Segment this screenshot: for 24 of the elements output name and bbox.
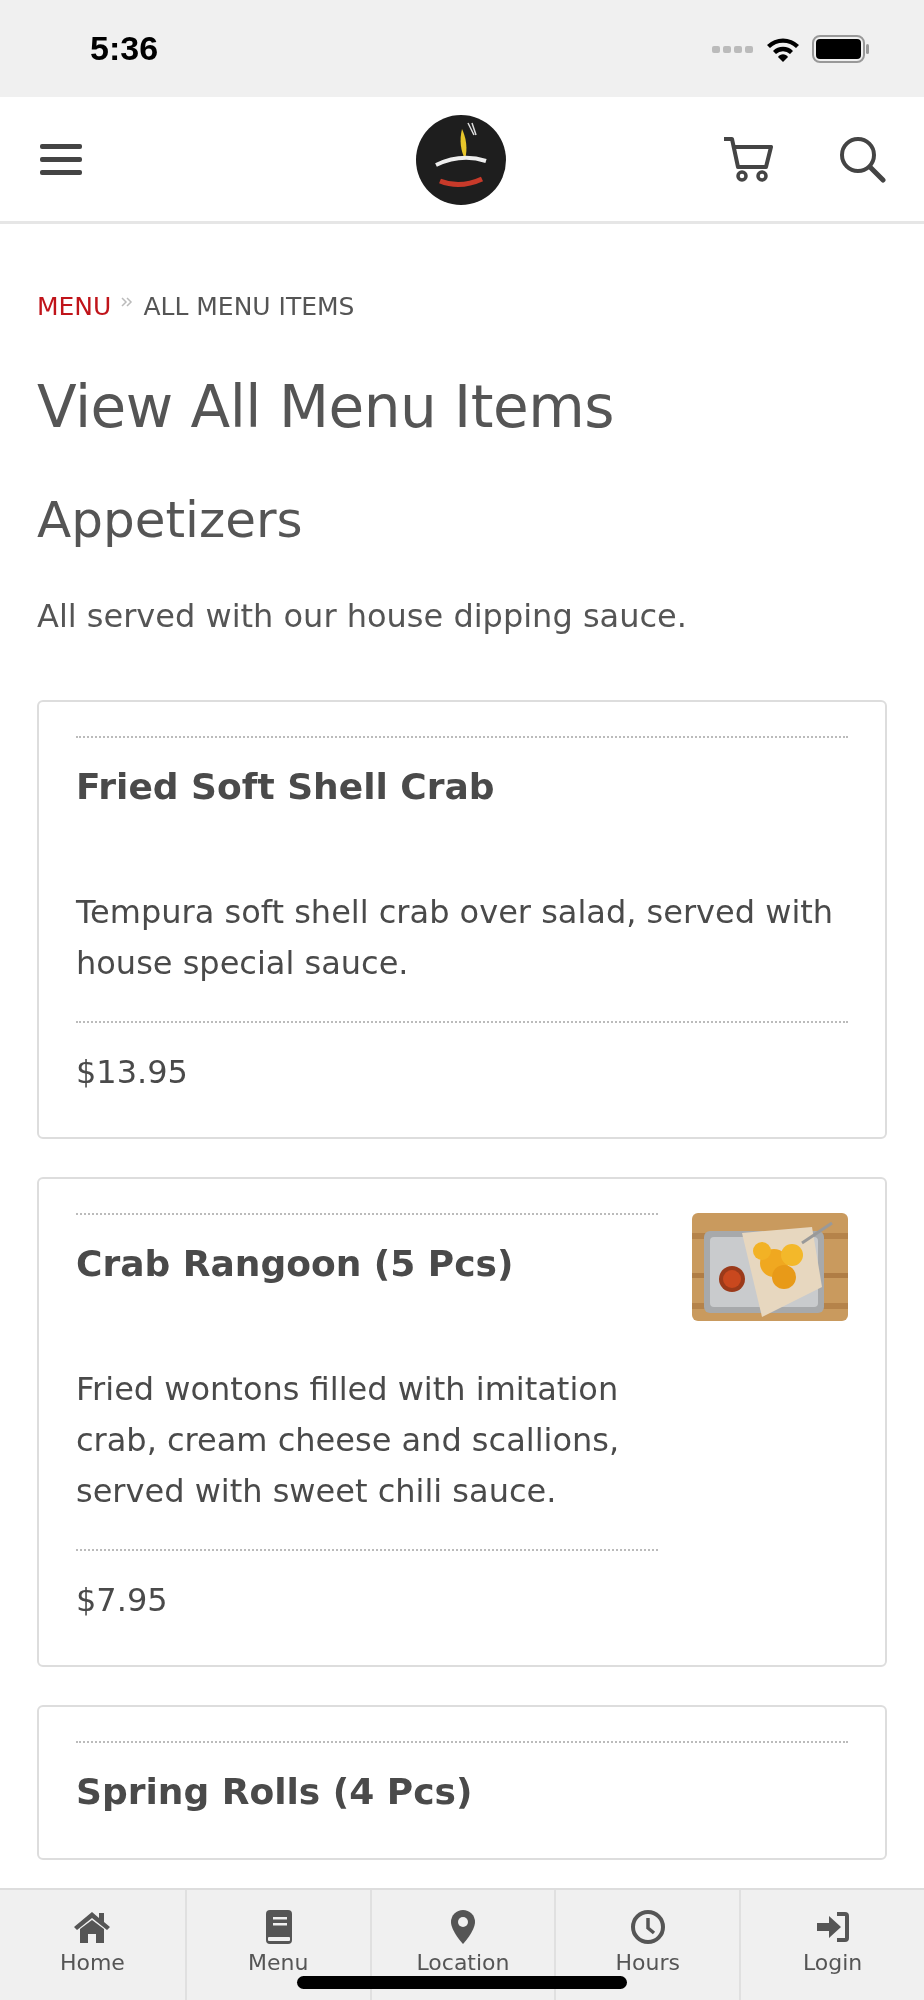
item-description: Tempura soft shell crab over salad, served with house special sauce. xyxy=(76,892,835,984)
menu-item-card[interactable]: Spring Rolls (4 Pcs) xyxy=(37,1705,887,1860)
section-description: All served with our house dipping sauce. xyxy=(37,597,688,635)
item-price: $7.95 xyxy=(76,1581,169,1619)
breadcrumb-separator-icon xyxy=(121,296,134,308)
nav-tab[interactable]: Login xyxy=(739,1890,924,2000)
item-name: Spring Rolls (4 Pcs) xyxy=(76,1771,474,1812)
menu-item-card[interactable]: Fried Soft Shell Crab Tempura soft shell crab over salad, served with house special sauce. $13.95 xyxy=(37,700,887,1139)
battery-icon xyxy=(812,34,870,63)
item-name: Crab Rangoon (5 Pcs) xyxy=(76,1243,515,1284)
nav-tab[interactable]: Home xyxy=(0,1890,185,2000)
breadcrumb-current: ALL MENU ITEMS xyxy=(143,292,355,321)
page-title: View All Menu Items xyxy=(37,373,615,441)
item-description: Fried wontons filled with imitation crab, cream cheese and scallions, served with sweet chili sauce. xyxy=(76,1369,621,1512)
item-name: Fried Soft Shell Crab xyxy=(76,766,496,807)
menu-item-card[interactable]: Crab Rangoon (5 Pcs) Fried wontons filled with imitation crab, cream cheese and scallions, served with sweet chili sauce. $7.95 xyxy=(37,1177,887,1667)
logo-icon[interactable] xyxy=(416,115,506,205)
breadcrumb-link[interactable]: MENU xyxy=(37,292,112,321)
cart-icon[interactable] xyxy=(722,135,774,183)
status-time: 5:36 xyxy=(90,29,159,68)
section-title: Appetizers xyxy=(37,491,304,549)
search-icon[interactable] xyxy=(838,135,886,183)
menu-icon[interactable] xyxy=(40,142,82,176)
item-price: $13.95 xyxy=(76,1053,189,1091)
